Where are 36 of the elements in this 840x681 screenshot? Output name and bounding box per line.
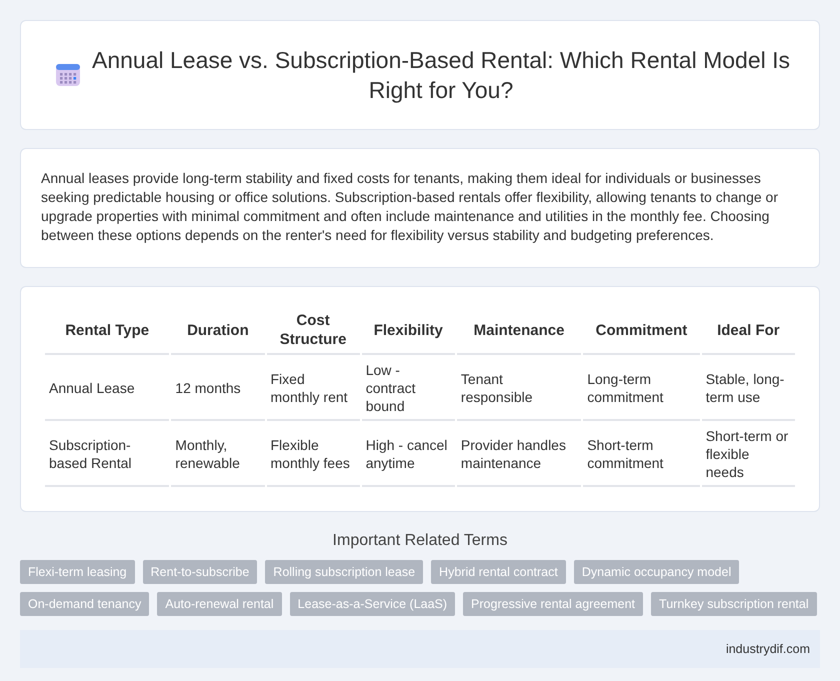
column-header: Maintenance xyxy=(456,307,582,355)
table-cell: Provider handles maintenance xyxy=(456,423,582,487)
table-cell: Short-term commitment xyxy=(583,423,700,487)
term-tag[interactable]: Auto-renewal rental xyxy=(157,592,282,616)
term-tag[interactable]: Progressive rental agreement xyxy=(463,592,644,616)
column-header: Flexibility xyxy=(362,307,455,355)
table-cell: Long-term commitment xyxy=(583,357,700,421)
column-header: Ideal For xyxy=(702,307,795,355)
table-cell: Monthly, renewable xyxy=(171,423,264,487)
term-tag[interactable]: Dynamic occupancy model xyxy=(574,560,740,584)
column-header: Cost Structure xyxy=(266,307,360,355)
term-tag[interactable]: Rent-to-subscribe xyxy=(142,560,258,584)
page-title: Annual Lease vs. Subscription-Based Rental: Which Rental Model Is Right for You? xyxy=(90,46,791,105)
term-tag[interactable]: Turnkey subscription rental xyxy=(651,592,817,616)
section-title: Important Related Terms xyxy=(332,532,508,550)
table-cell: Stable, long-term use xyxy=(702,357,795,421)
intro-paragraph: Annual leases provide long-term stability and fixed costs for tenants, making them ideal for individuals or businesses seeking predictable housing or office solutions. Subscription-based rentals offer flexibility, allowing tenants to change or upgrade properties with minimal commitment and often include maintenance and utilities in the monthly fee. Choosing between these options depends on the renter's need for flexibility versus stability and budgeting preferences. xyxy=(40,169,779,245)
term-tag[interactable]: Flexi-term leasing xyxy=(20,560,135,584)
site-name: industrydif.com xyxy=(726,642,810,656)
term-tag[interactable]: Rolling subscription lease xyxy=(265,560,424,584)
term-tag[interactable]: On-demand tenancy xyxy=(20,592,150,616)
table-cell: 12 months xyxy=(171,357,264,421)
table-cell: Flexible monthly fees xyxy=(266,423,360,487)
term-tag[interactable]: Hybrid rental contract xyxy=(431,560,566,584)
column-header: Rental Type xyxy=(45,307,170,355)
table-cell: Short-term or flexible needs xyxy=(702,423,795,487)
column-header: Commitment xyxy=(583,307,700,355)
table-cell: Annual Lease xyxy=(45,357,170,421)
table-cell: High - cancel anytime xyxy=(362,423,455,487)
calendar-icon xyxy=(55,62,81,88)
term-tag[interactable]: Lease-as-a-Service (LaaS) xyxy=(290,592,456,616)
table-cell: Tenant responsible xyxy=(456,357,582,421)
table-cell: Low - contract bound xyxy=(362,357,455,421)
table-cell: Fixed monthly rent xyxy=(266,357,360,421)
column-header: Duration xyxy=(171,307,264,355)
table-cell: Subscription-based Rental xyxy=(45,423,170,487)
